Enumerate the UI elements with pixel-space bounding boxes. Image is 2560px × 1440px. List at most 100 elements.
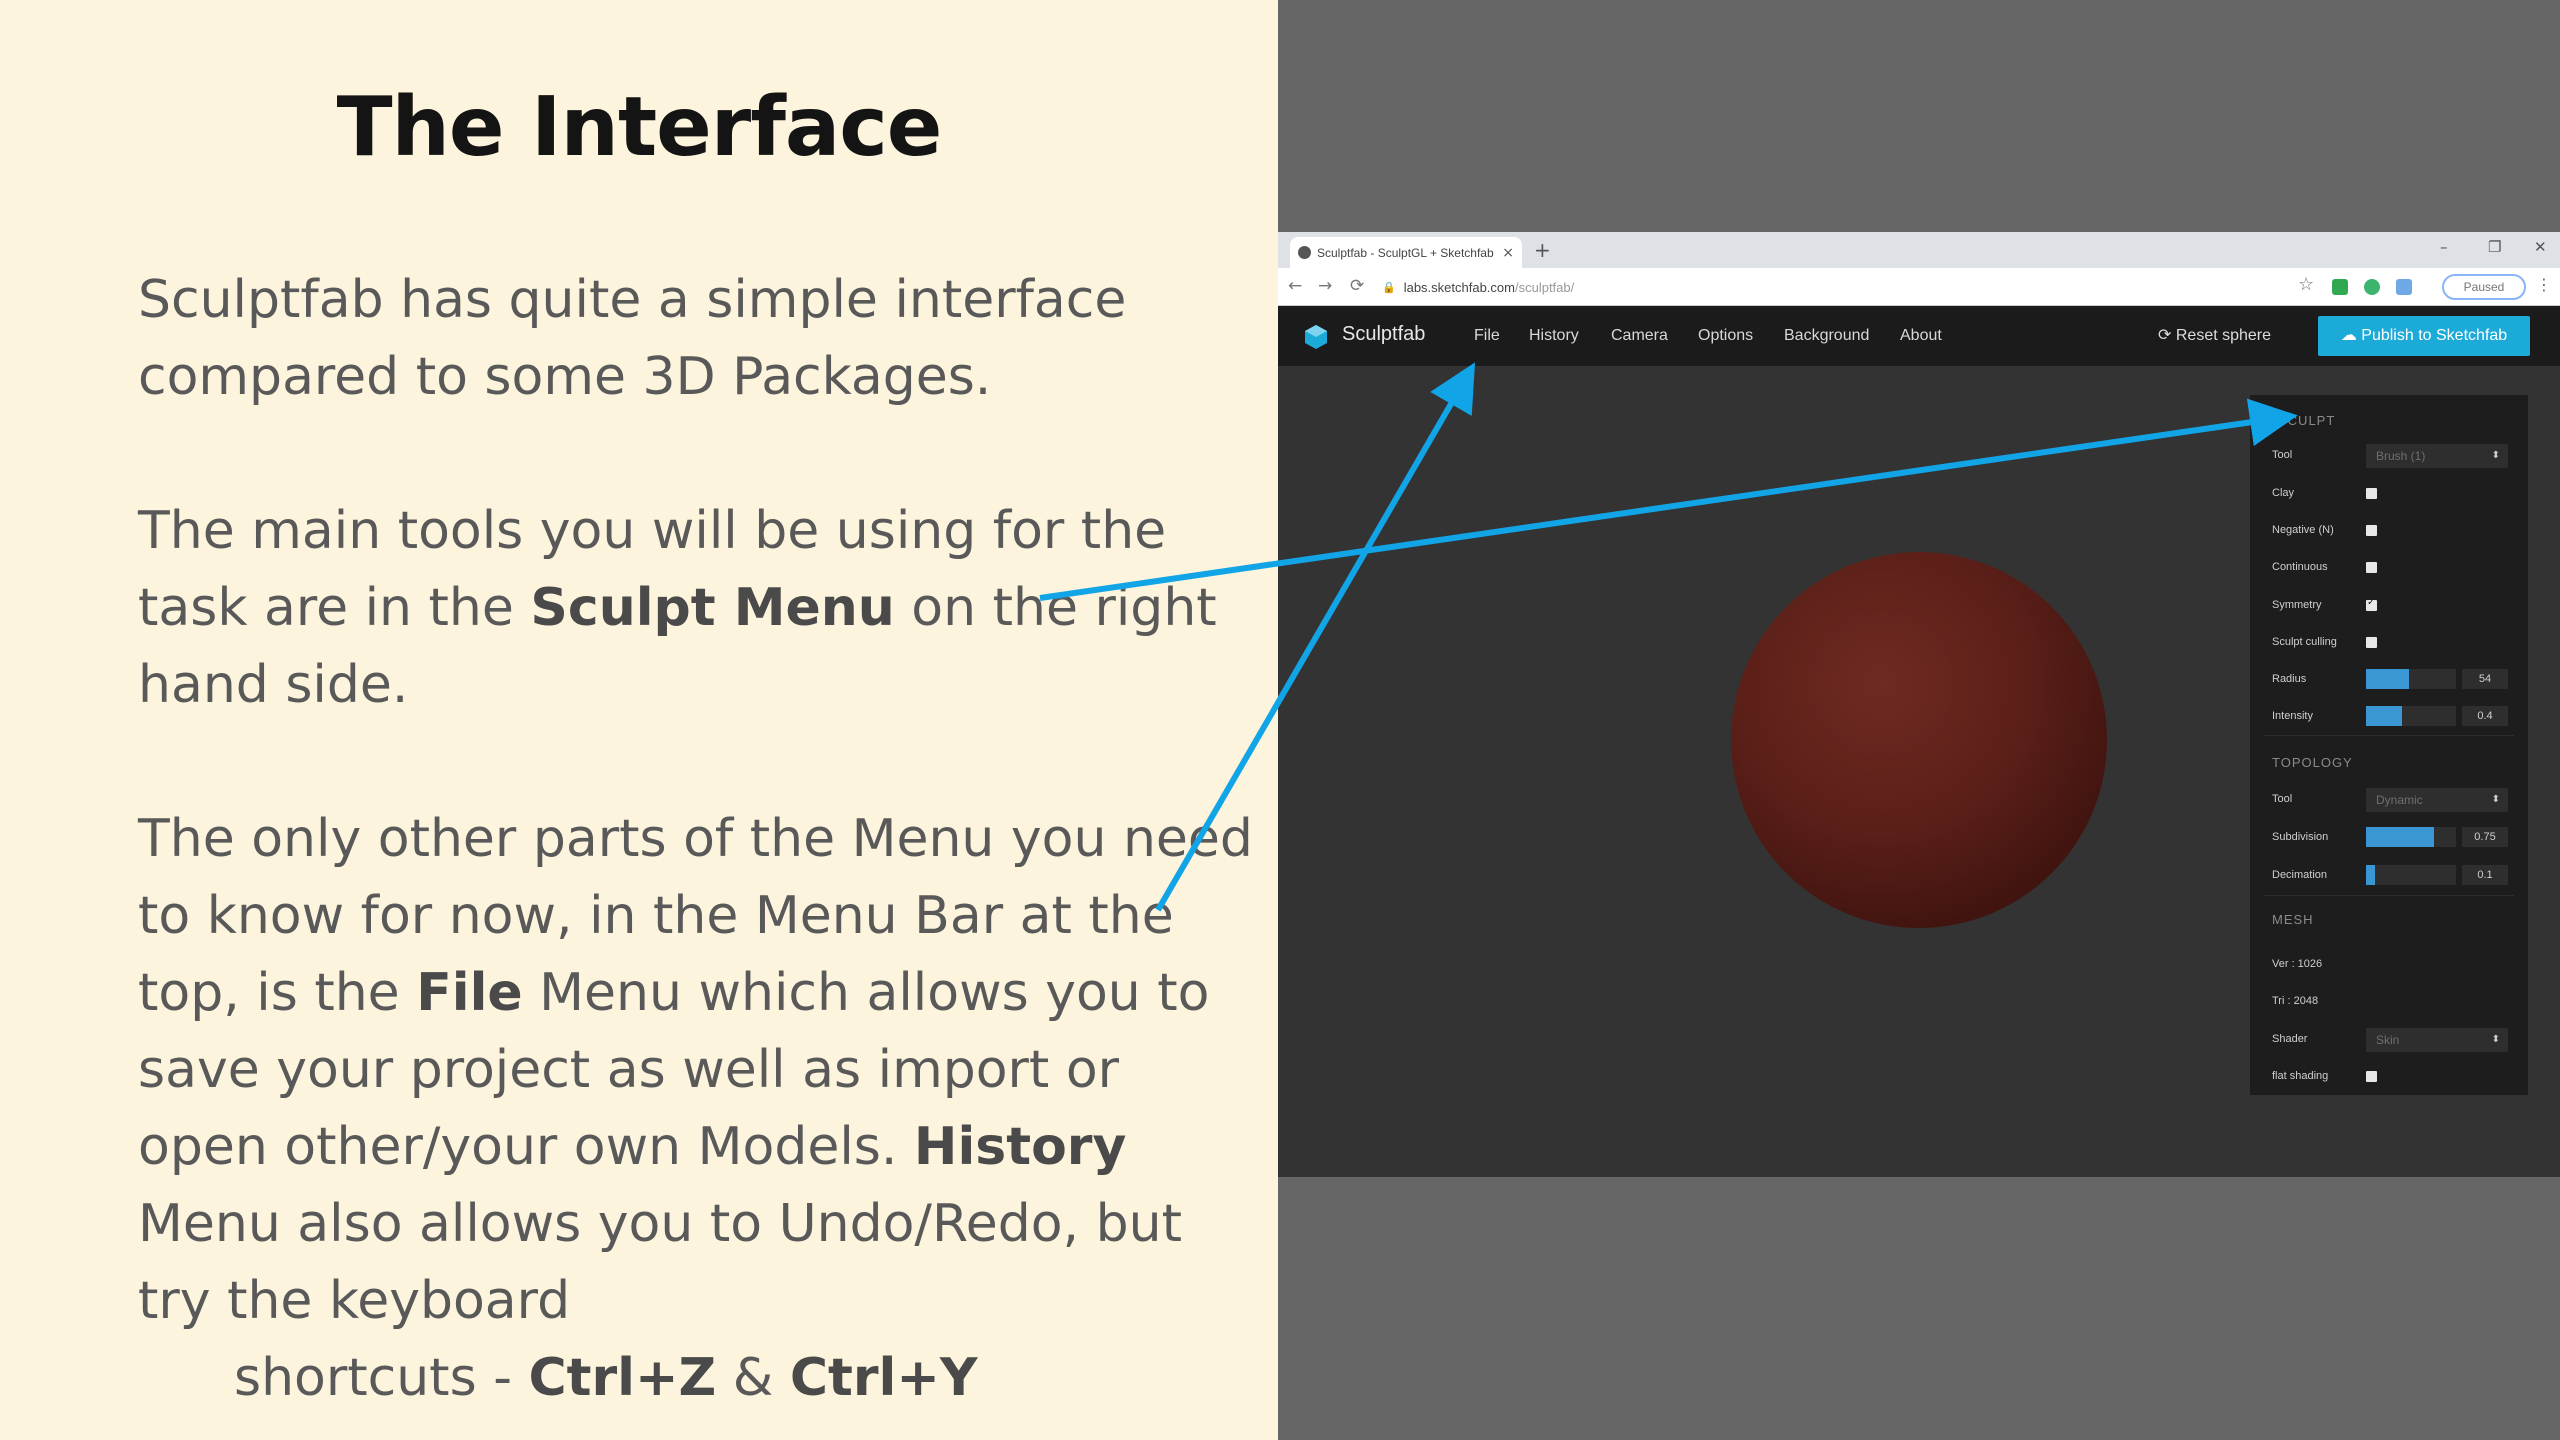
negative-label: Negative (N) [2272, 524, 2334, 536]
reset-sphere-button[interactable]: ⟳ Reset sphere [2158, 325, 2271, 345]
restore-button[interactable]: ❐ [2488, 238, 2501, 256]
extension-green-icon[interactable] [2332, 279, 2348, 295]
intensity-slider[interactable] [2366, 706, 2456, 726]
flat-shading-checkbox[interactable] [2366, 1071, 2377, 1082]
menu-options[interactable]: Options [1698, 327, 1753, 345]
window-close-button[interactable]: ✕ [2534, 238, 2547, 256]
clay-checkbox[interactable] [2366, 488, 2377, 499]
radius-value[interactable]: 54 [2462, 669, 2508, 689]
decimation-label: Decimation [2272, 869, 2328, 881]
browser-tab[interactable]: Sculptfab - SculptGL + Sketchfab × [1290, 237, 1522, 268]
bold-redo-shortcut: Ctrl+Y [789, 1348, 978, 1408]
bold-undo-shortcut: Ctrl+Z [528, 1348, 717, 1408]
continuous-label: Continuous [2272, 561, 2328, 573]
bold-file: File [416, 963, 523, 1023]
paragraph-intro: Sculptfab has quite a simple interface c… [138, 270, 1127, 407]
forward-arrow-icon[interactable]: → [1318, 276, 1332, 296]
shader-value: Skin [2376, 1033, 2400, 1047]
section-divider [2264, 895, 2514, 896]
symmetry-label: Symmetry [2272, 599, 2322, 611]
url-field[interactable]: 🔒 labs.sketchfab.com/sculptfab/ [1382, 273, 2382, 301]
slide-body: Sculptfab has quite a simple interface c… [138, 262, 1258, 1417]
select-arrow-icon: ⬍ [2491, 794, 2500, 805]
reload-icon[interactable]: ⟳ [1350, 276, 1364, 296]
select-arrow-icon: ⬍ [2491, 450, 2500, 461]
embedded-app-screenshot: Sculptfab - SculptGL + Sketchfab × + – ❐… [1278, 232, 2560, 1177]
browser-tab-strip: Sculptfab - SculptGL + Sketchfab × + – ❐… [1278, 232, 2560, 268]
sculpt-panel: SCULPT Tool Brush (1) ⬍ Clay Negative (N)… [2250, 395, 2528, 1095]
sculptfab-logo-icon [1305, 325, 1327, 349]
menu-background[interactable]: Background [1784, 327, 1869, 345]
subdivision-slider-fill [2366, 827, 2434, 847]
url-path: /sculptfab/ [1514, 279, 1575, 295]
extension-circle-icon[interactable] [2364, 279, 2380, 295]
back-arrow-icon[interactable]: ← [1288, 276, 1302, 296]
intensity-value[interactable]: 0.4 [2462, 706, 2508, 726]
sketchfab-favicon-icon [1298, 246, 1311, 259]
refresh-icon: ⟳ [2158, 327, 2176, 344]
bold-history: History [913, 1117, 1127, 1177]
menu-file[interactable]: File [1474, 327, 1500, 345]
symmetry-checkbox[interactable] [2366, 597, 2377, 611]
triangle-count: Tri : 2048 [2272, 995, 2319, 1007]
intensity-slider-fill [2366, 706, 2402, 726]
minimize-button[interactable]: – [2440, 238, 2448, 256]
more-menu-icon[interactable]: ⋮ [2536, 275, 2552, 294]
topology-tool-value: Dynamic [2376, 793, 2423, 807]
continuous-checkbox[interactable] [2366, 562, 2377, 573]
profile-paused-button[interactable]: Paused [2442, 274, 2526, 300]
app-menu-bar: Sculptfab File History Camera Options Ba… [1278, 306, 2560, 366]
tool-select[interactable]: Brush (1) ⬍ [2366, 444, 2508, 468]
intensity-label: Intensity [2272, 710, 2313, 722]
menu-about[interactable]: About [1900, 327, 1942, 345]
slide-text-panel: The Interface Sculptfab has quite a simp… [0, 0, 1278, 1440]
publish-button[interactable]: ☁ Publish to Sketchfab [2318, 316, 2530, 356]
extension-blue-icon[interactable] [2396, 279, 2412, 295]
subdivision-slider[interactable] [2366, 827, 2456, 847]
sculpt-section-title: SCULPT [2278, 413, 2336, 428]
url-text: labs.sketchfab.com/sculptfab/ [1404, 280, 1575, 295]
tab-close-icon[interactable]: × [1502, 245, 1514, 261]
shader-select[interactable]: Skin ⬍ [2366, 1028, 2508, 1052]
browser-address-bar: ← → ⟳ 🔒 labs.sketchfab.com/sculptfab/ ☆ … [1278, 268, 2560, 306]
bold-sculpt-menu: Sculpt Menu [530, 578, 895, 638]
vertex-count: Ver : 1026 [2272, 958, 2323, 970]
select-arrow-icon: ⬍ [2491, 1034, 2500, 1045]
publish-label: Publish to Sketchfab [2361, 327, 2508, 344]
lock-icon: 🔒 [1382, 280, 1396, 294]
cloud-upload-icon: ☁ [2340, 327, 2362, 344]
tool-label: Tool [2272, 449, 2293, 461]
decimation-slider[interactable] [2366, 865, 2456, 885]
reset-sphere-label: Reset sphere [2175, 327, 2272, 344]
menu-history[interactable]: History [1529, 327, 1579, 345]
slide-title: The Interface [336, 80, 943, 175]
bookmark-star-icon[interactable]: ☆ [2298, 274, 2314, 295]
text: & [716, 1348, 790, 1408]
new-tab-button[interactable]: + [1534, 238, 1551, 262]
3d-viewport[interactable]: SCULPT Tool Brush (1) ⬍ Clay Negative (N)… [1278, 366, 2560, 1177]
topology-tool-select[interactable]: Dynamic ⬍ [2366, 788, 2508, 812]
tab-title: Sculptfab - SculptGL + Sketchfab [1317, 245, 1494, 260]
radius-slider[interactable] [2366, 669, 2456, 689]
subdivision-value[interactable]: 0.75 [2462, 827, 2508, 847]
tool-select-value: Brush (1) [2376, 449, 2426, 463]
paragraph-sculpt-menu: The main tools you will be using for the… [138, 493, 1258, 724]
flat-shading-label: flat shading [2272, 1070, 2329, 1082]
topology-tool-label: Tool [2272, 793, 2293, 805]
menu-camera[interactable]: Camera [1611, 327, 1668, 345]
decimation-slider-fill [2366, 865, 2375, 885]
app-name: Sculptfab [1342, 323, 1426, 345]
clay-label: Clay [2272, 487, 2295, 499]
subdivision-label: Subdivision [2272, 831, 2329, 843]
radius-label: Radius [2272, 673, 2307, 685]
negative-checkbox[interactable] [2366, 525, 2377, 536]
decimation-value[interactable]: 0.1 [2462, 865, 2508, 885]
sculpt-culling-checkbox[interactable] [2366, 637, 2377, 648]
text: Menu also allows you to Undo/Redo, but t… [138, 1194, 1182, 1331]
sculpt-sphere[interactable] [1731, 552, 2107, 928]
url-host: labs.sketchfab.com [1403, 279, 1515, 295]
radius-slider-fill [2366, 669, 2409, 689]
topology-section-title: TOPOLOGY [2272, 755, 2353, 770]
mesh-section-title: MESH [2272, 912, 2314, 927]
paragraph-menu-bar: The only other parts of the Menu you nee… [138, 801, 1258, 1340]
